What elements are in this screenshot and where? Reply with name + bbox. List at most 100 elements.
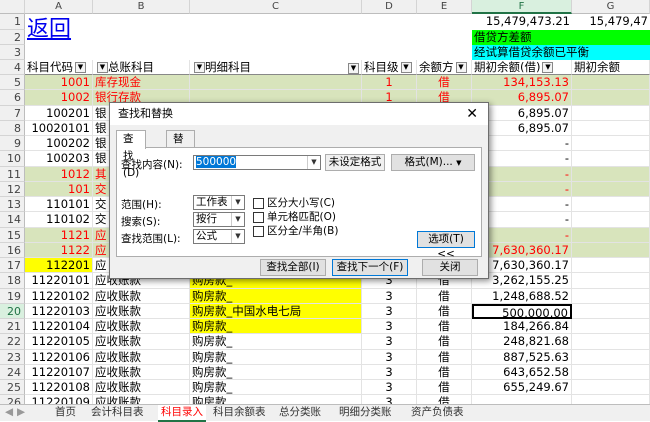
filter-dropdown-icon[interactable]: ▼ xyxy=(542,62,554,73)
row-header[interactable]: 4 xyxy=(0,60,25,75)
cell-e[interactable]: 借 xyxy=(417,288,472,304)
row-header[interactable]: 7 xyxy=(0,105,25,121)
row-header[interactable]: 2 xyxy=(0,30,25,45)
cell-e[interactable]: 借 xyxy=(417,75,472,91)
cell-g[interactable] xyxy=(572,75,650,91)
cell-c[interactable]: 购房款_ xyxy=(190,364,362,380)
filter-dropdown-icon[interactable]: ▼ xyxy=(400,62,412,73)
cell-d[interactable]: 3 xyxy=(362,319,417,335)
cell-a[interactable]: 1002 xyxy=(25,90,93,106)
tab-find[interactable]: 查找(D) xyxy=(116,130,147,179)
row-header[interactable]: 12 xyxy=(0,181,25,197)
filter-dropdown-icon[interactable]: ▼ xyxy=(194,62,205,73)
cell-d[interactable]: 3 xyxy=(362,334,417,350)
cell-g[interactable] xyxy=(572,319,650,335)
cell-b[interactable]: 应收账款 xyxy=(93,395,190,404)
row-header[interactable]: 18 xyxy=(0,273,25,289)
col-header-a[interactable]: A xyxy=(25,0,93,14)
find-all-button[interactable]: 查找全部(I) xyxy=(260,259,326,276)
cell-b[interactable]: 应收账款 xyxy=(93,288,190,304)
row-header[interactable]: 26 xyxy=(0,395,25,404)
row-header[interactable]: 23 xyxy=(0,349,25,365)
cell-g[interactable] xyxy=(572,90,650,106)
col-header-g[interactable]: G xyxy=(572,0,650,14)
cell-c[interactable]: 购房款_ xyxy=(190,288,362,304)
header-cell-f[interactable]: 期初余额(借) ▼ xyxy=(472,60,572,75)
col-header-d[interactable]: D xyxy=(362,0,417,14)
close-button[interactable]: 关闭 xyxy=(422,259,478,276)
header-cell-c[interactable]: ▼ 明细科目 ▼ xyxy=(190,60,362,75)
cell-e[interactable]: 借 xyxy=(417,364,472,380)
cell-a[interactable]: 110102 xyxy=(25,212,93,228)
cell-e[interactable]: 借 xyxy=(417,334,472,350)
find-what-input[interactable]: 500000 ▼ xyxy=(193,155,321,170)
cell-f[interactable]: 643,652.58 xyxy=(472,364,572,380)
cell-a[interactable]: 1001 xyxy=(25,75,93,91)
row-header[interactable]: 6 xyxy=(0,90,25,106)
row-header[interactable]: 15 xyxy=(0,227,25,243)
sheet-tab[interactable]: 总分类账 xyxy=(276,405,324,420)
cell-g[interactable] xyxy=(572,166,650,182)
cell-a[interactable]: 11220105 xyxy=(25,334,93,350)
cell-b[interactable]: 应收账款 xyxy=(93,303,190,319)
cell-e[interactable]: 借 xyxy=(417,395,472,404)
header-cell-d[interactable]: 科目级 ▼ xyxy=(362,60,417,75)
cell-a[interactable]: 101 xyxy=(25,181,93,197)
cell-g[interactable] xyxy=(572,334,650,350)
cell-e[interactable]: 借 xyxy=(417,303,472,319)
cell-d[interactable]: 3 xyxy=(362,349,417,365)
row-header[interactable]: 22 xyxy=(0,334,25,350)
cell-g[interactable] xyxy=(572,380,650,396)
match-case-checkbox[interactable]: 区分大小写(C) xyxy=(253,195,335,210)
cell-c[interactable]: 购房款_ xyxy=(190,334,362,350)
search-order-select[interactable]: 按行 ▼ xyxy=(193,212,245,227)
cell-a[interactable]: 11220108 xyxy=(25,380,93,396)
cell-c[interactable]: 购房款_中国水电七局 xyxy=(190,303,362,319)
sheet-tab[interactable]: 明细分类账 xyxy=(336,405,395,420)
cell-a[interactable]: 100201 xyxy=(25,105,93,121)
cell-a[interactable]: 11220109 xyxy=(25,395,93,404)
cell-f[interactable]: 500,000.00 xyxy=(472,303,572,319)
row-header[interactable]: 3 xyxy=(0,45,25,60)
cell-g[interactable] xyxy=(572,364,650,380)
cell-d[interactable]: 3 xyxy=(362,380,417,396)
cell-f[interactable]: 248,821.68 xyxy=(472,334,572,350)
row-header[interactable]: 14 xyxy=(0,212,25,228)
cell-g[interactable] xyxy=(572,227,650,243)
cell-g[interactable] xyxy=(572,197,650,213)
cell-d[interactable]: 3 xyxy=(362,303,417,319)
scope-select[interactable]: 工作表 ▼ xyxy=(193,195,245,210)
row-header[interactable]: 5 xyxy=(0,75,25,91)
cell-a[interactable]: 100202 xyxy=(25,136,93,152)
cell-a[interactable]: 11220101 xyxy=(25,273,93,289)
cell-g[interactable] xyxy=(572,120,650,136)
cell-f[interactable]: 134,153.13 xyxy=(472,75,572,91)
tab-replace[interactable]: 替换(P) xyxy=(166,130,195,179)
select-all-corner[interactable] xyxy=(0,0,25,14)
cell-g[interactable] xyxy=(572,288,650,304)
cell-c[interactable]: 购房款_ xyxy=(190,380,362,396)
options-button[interactable]: 选项(T) << xyxy=(417,231,475,260)
cell-c[interactable]: 购房款_ xyxy=(190,349,362,365)
cell-d[interactable]: 1 xyxy=(362,75,417,91)
cell-a[interactable]: 110101 xyxy=(25,197,93,213)
cell-a[interactable]: 1122 xyxy=(25,242,93,258)
row-header[interactable]: 17 xyxy=(0,258,25,274)
cell-g[interactable] xyxy=(572,181,650,197)
sheet-tab[interactable]: 会计科目表 xyxy=(88,405,147,420)
col-header-e[interactable]: E xyxy=(417,0,472,14)
sheet-tab[interactable]: 首页 xyxy=(52,405,79,420)
cell-c[interactable]: 购房款_ xyxy=(190,395,362,404)
row-header[interactable]: 25 xyxy=(0,380,25,396)
match-width-checkbox[interactable]: 区分全/半角(B) xyxy=(253,223,338,238)
close-icon[interactable]: ✕ xyxy=(466,103,478,125)
sheet-tab-active[interactable]: 科目录入 xyxy=(158,405,206,422)
row-header[interactable]: 19 xyxy=(0,288,25,304)
cell-e[interactable]: 借 xyxy=(417,319,472,335)
cell-b[interactable]: 应收账款 xyxy=(93,349,190,365)
look-in-select[interactable]: 公式 ▼ xyxy=(193,229,245,244)
cell-b[interactable]: 应收账款 xyxy=(93,364,190,380)
row-header[interactable]: 8 xyxy=(0,120,25,136)
cell-g[interactable] xyxy=(572,136,650,152)
cell-b[interactable]: 应收账款 xyxy=(93,380,190,396)
